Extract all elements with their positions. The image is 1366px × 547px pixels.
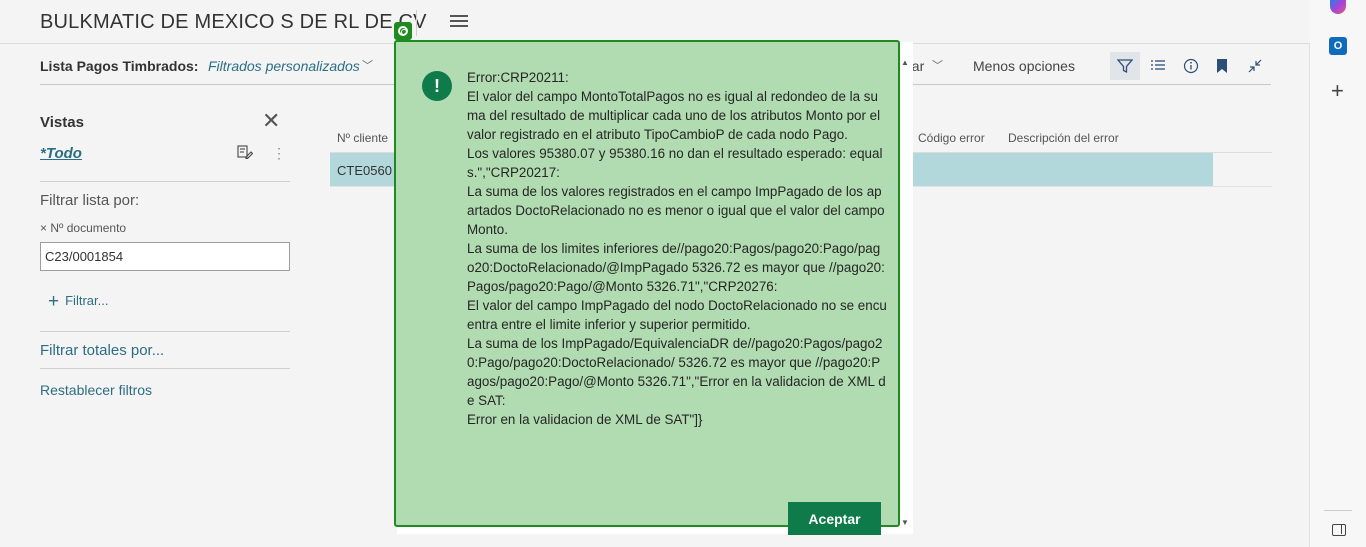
- more-options-icon[interactable]: ⋮: [272, 145, 286, 162]
- reset-filters-link[interactable]: Restablecer filtros: [40, 382, 152, 398]
- info-icon[interactable]: [1176, 52, 1206, 80]
- add-icon[interactable]: +: [1331, 78, 1344, 104]
- header-divider: [416, 10, 417, 36]
- warning-icon: !: [422, 71, 452, 101]
- collapse-icon[interactable]: [1240, 52, 1270, 80]
- scroll-up-icon[interactable]: ▲: [901, 58, 909, 67]
- add-filter-label: Filtrar...: [65, 293, 109, 308]
- column-header-error-code[interactable]: Código error: [918, 131, 985, 145]
- app-header: BULKMATIC DE MEXICO S DE RL DE CV: [0, 0, 1310, 44]
- close-icon[interactable]: ✕: [262, 108, 280, 134]
- filter-list-by-title: Filtrar lista por:: [40, 192, 140, 209]
- divider: [40, 331, 290, 332]
- filter-pane: Vistas ✕ *Todo ⋮ Filtrar lista por: × Nº…: [40, 100, 292, 420]
- chevron-down-icon[interactable]: ﹀: [362, 57, 373, 73]
- right-sidebar: O +: [1310, 0, 1366, 547]
- less-options-button[interactable]: Menos opciones: [973, 58, 1075, 74]
- divider: [40, 181, 290, 182]
- filter-icon[interactable]: [1110, 52, 1140, 80]
- add-filter-button[interactable]: + Filtrar...: [48, 291, 108, 313]
- column-header-customer[interactable]: Nº cliente: [337, 131, 388, 145]
- dialog-scrollbar[interactable]: ▲ ▼: [899, 44, 913, 534]
- document-number-filter-input[interactable]: C23/0001854: [40, 242, 290, 271]
- plus-icon: +: [48, 291, 60, 312]
- page-caption: Lista Pagos Timbrados:: [40, 58, 199, 74]
- error-dialog: ! Error:CRP20211: El valor del campo Mon…: [394, 40, 900, 535]
- column-header-error-description[interactable]: Descripción del error: [1008, 131, 1119, 145]
- company-title: BULKMATIC DE MEXICO S DE RL DE CV: [40, 11, 427, 33]
- filter-field-label[interactable]: × Nº documento: [40, 221, 126, 235]
- copilot-icon[interactable]: [1330, 0, 1346, 14]
- customer-cell[interactable]: CTE0560: [337, 163, 392, 178]
- scroll-down-icon[interactable]: ▼: [901, 518, 909, 527]
- outlook-icon[interactable]: O: [1329, 37, 1347, 55]
- accept-button[interactable]: Aceptar: [788, 502, 881, 535]
- error-message: Error:CRP20211: El valor del campo Monto…: [467, 70, 887, 427]
- edit-view-icon[interactable]: [237, 145, 254, 162]
- divider: [40, 368, 290, 369]
- filter-totals-link[interactable]: Filtrar totales por...: [40, 342, 164, 359]
- sidebar-toggle-icon[interactable]: [1332, 524, 1346, 536]
- bookmark-icon[interactable]: [1207, 52, 1237, 80]
- filter-caption[interactable]: Filtrados personalizados: [208, 58, 360, 74]
- views-title: Vistas: [40, 114, 84, 131]
- hamburger-menu-icon[interactable]: [450, 15, 468, 29]
- list-view-icon[interactable]: [1143, 52, 1173, 80]
- view-all-link[interactable]: *Todo: [40, 145, 82, 162]
- accessibility-icon[interactable]: [394, 22, 412, 40]
- divider: [1324, 510, 1352, 511]
- chevron-down-icon[interactable]: ﹀: [932, 57, 943, 73]
